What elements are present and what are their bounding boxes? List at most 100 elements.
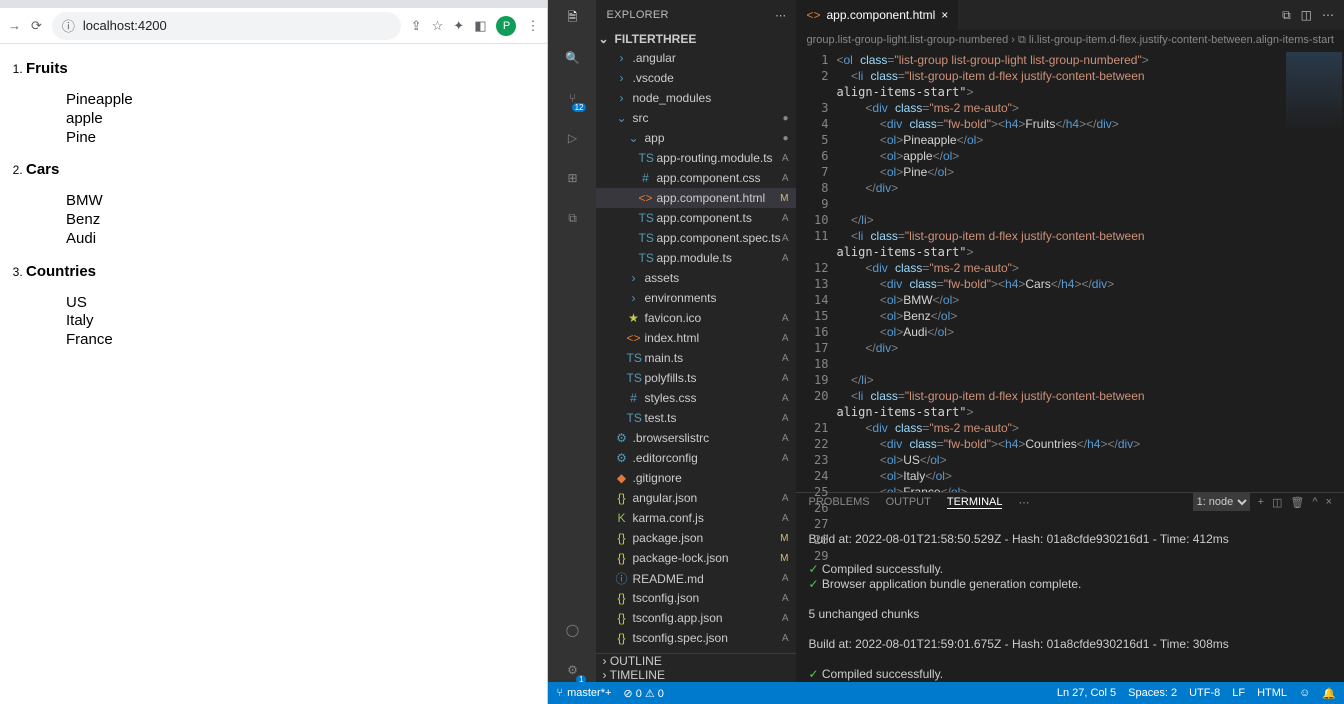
- terminal-select[interactable]: 1: node: [1193, 493, 1250, 511]
- tree-node[interactable]: TSapp.module.tsA: [596, 248, 796, 268]
- tree-node[interactable]: ★favicon.icoA: [596, 308, 796, 328]
- status-bell-icon[interactable]: 🔔: [1322, 687, 1336, 700]
- project-root[interactable]: FILTERTHREE: [596, 30, 796, 48]
- editor-tab[interactable]: <> app.component.html ×: [796, 0, 959, 30]
- tree-node[interactable]: ›.angular: [596, 48, 796, 68]
- status-encoding[interactable]: UTF-8: [1189, 687, 1220, 700]
- status-eol[interactable]: LF: [1232, 687, 1245, 700]
- tree-node[interactable]: <>app.component.htmlM: [596, 188, 796, 208]
- explorer-icon[interactable]: 🗎: [560, 6, 584, 30]
- terminal-line: [808, 592, 1332, 607]
- search-icon[interactable]: 🔍: [560, 46, 584, 70]
- tree-node[interactable]: {}tsconfig.jsonA: [596, 588, 796, 608]
- list-subitem: apple: [66, 110, 539, 129]
- reload-icon[interactable]: ⟳: [31, 18, 42, 34]
- code-text[interactable]: <ol class="list-group list-group-light l…: [836, 50, 1284, 492]
- tree-node[interactable]: TSmain.tsA: [596, 348, 796, 368]
- status-problems[interactable]: ⊘ 0 ⚠ 0: [623, 687, 663, 700]
- tree-node[interactable]: {}package-lock.jsonM: [596, 548, 796, 568]
- list-heading: Cars: [26, 161, 539, 178]
- tree-node[interactable]: <>index.htmlA: [596, 328, 796, 348]
- tree-node[interactable]: ›environments: [596, 288, 796, 308]
- list-subitem: BMW: [66, 192, 539, 211]
- page-content: Fruits PineappleapplePine Cars BMWBenzAudiC…: [0, 44, 547, 704]
- source-control-icon[interactable]: ⑂12: [560, 86, 584, 110]
- breadcrumb[interactable]: group.list-group-light.list-group-number…: [796, 30, 1344, 50]
- tree-node[interactable]: ›node_modules: [596, 88, 796, 108]
- new-terminal-icon[interactable]: +: [1258, 496, 1264, 508]
- tree-node[interactable]: ⌄src●: [596, 108, 796, 128]
- tree-node[interactable]: ⚙.editorconfigA: [596, 448, 796, 468]
- tree-node[interactable]: #app.component.cssA: [596, 168, 796, 188]
- close-panel-icon[interactable]: ×: [1326, 496, 1332, 508]
- split-icon[interactable]: ◫: [1301, 8, 1312, 23]
- status-branch[interactable]: ⑂ master*+: [556, 687, 611, 699]
- extensions-icon[interactable]: ⊞: [560, 166, 584, 190]
- tree-node[interactable]: TSapp.component.spec.tsA: [596, 228, 796, 248]
- list-subitem: Pine: [66, 129, 539, 148]
- close-tab-icon[interactable]: ×: [941, 8, 948, 22]
- extensions-icon[interactable]: ✦: [453, 18, 464, 34]
- settings-gear-icon[interactable]: ⚙1: [560, 658, 584, 682]
- list-subitem: Benz: [66, 211, 539, 230]
- tree-node[interactable]: {}package.jsonM: [596, 528, 796, 548]
- list-subitem: Pineapple: [66, 91, 539, 110]
- tree-node[interactable]: #styles.cssA: [596, 388, 796, 408]
- tree-node[interactable]: TSpolyfills.tsA: [596, 368, 796, 388]
- terminal-line: [808, 652, 1332, 667]
- tree-node[interactable]: ⓘREADME.mdA: [596, 568, 796, 588]
- star-icon[interactable]: ☆: [432, 18, 444, 34]
- forward-arrow-icon[interactable]: →: [8, 18, 21, 33]
- list-subitems: PineappleapplePine: [66, 91, 539, 147]
- sidepanel-icon[interactable]: ◧: [474, 18, 486, 34]
- sidebar-menu-icon[interactable]: ⋯: [775, 9, 786, 22]
- run-debug-icon[interactable]: ▷: [560, 126, 584, 150]
- list-item: Cars BMWBenzAudi: [26, 161, 539, 248]
- outline-section[interactable]: › OUTLINE: [596, 654, 796, 668]
- tree-node[interactable]: ⌄app●: [596, 128, 796, 148]
- panel-tab-terminal[interactable]: TERMINAL: [947, 496, 1003, 509]
- panel-tab-output[interactable]: OUTPUT: [886, 496, 931, 508]
- panel-tab-more[interactable]: ⋯: [1018, 496, 1029, 509]
- trash-icon[interactable]: 🗑: [1290, 496, 1304, 509]
- browser-window: → ⟳ ⓘ localhost:4200 ⇪ ☆ ✦ ◧ P ⋮ Fruits P…: [0, 0, 548, 704]
- status-position[interactable]: Ln 27, Col 5: [1057, 687, 1116, 700]
- list-item: Fruits PineappleapplePine: [26, 60, 539, 147]
- browser-tabstrip[interactable]: [0, 0, 547, 8]
- url-text: localhost:4200: [83, 18, 167, 33]
- address-bar[interactable]: ⓘ localhost:4200: [52, 12, 401, 40]
- tree-node[interactable]: {}tsconfig.spec.jsonA: [596, 628, 796, 648]
- chevron-up-icon[interactable]: ^: [1312, 496, 1317, 508]
- terminal-line: Build at: 2022-08-01T21:58:50.529Z - Has…: [808, 532, 1332, 547]
- minimap[interactable]: [1284, 50, 1344, 492]
- tree-node[interactable]: TSapp-routing.module.tsA: [596, 148, 796, 168]
- tree-node[interactable]: ◆.gitignore: [596, 468, 796, 488]
- menu-icon[interactable]: ⋮: [526, 18, 539, 34]
- status-feedback-icon[interactable]: ☺: [1299, 687, 1310, 700]
- tree-node[interactable]: {}tsconfig.app.jsonA: [596, 608, 796, 628]
- share-icon[interactable]: ⇪: [411, 18, 422, 34]
- tree-node[interactable]: ›.vscode: [596, 68, 796, 88]
- tree-node[interactable]: Kkarma.conf.jsA: [596, 508, 796, 528]
- list-heading: Fruits: [26, 60, 539, 77]
- terminal-line: [808, 517, 1332, 532]
- code-editor[interactable]: 1234567891011121314151617181920212223242…: [796, 50, 1344, 492]
- tree-node[interactable]: TStest.tsA: [596, 408, 796, 428]
- status-spaces[interactable]: Spaces: 2: [1128, 687, 1177, 700]
- timeline-section[interactable]: › TIMELINE: [596, 668, 796, 682]
- more-actions-icon[interactable]: ⋯: [1322, 8, 1334, 23]
- split-terminal-icon[interactable]: ◫: [1272, 496, 1282, 509]
- tree-node[interactable]: ›assets: [596, 268, 796, 288]
- tree-node[interactable]: ⚙.browserslistrcA: [596, 428, 796, 448]
- compare-icon[interactable]: ⧉: [1282, 8, 1291, 23]
- status-language[interactable]: HTML: [1257, 687, 1287, 700]
- tree-node[interactable]: TSapp.component.tsA: [596, 208, 796, 228]
- terminal-output[interactable]: Build at: 2022-08-01T21:58:50.529Z - Has…: [796, 511, 1344, 703]
- terminal-line: [808, 547, 1332, 562]
- tree-node[interactable]: {}angular.jsonA: [596, 488, 796, 508]
- terminal-line: ✓ Browser application bundle generation …: [808, 577, 1332, 592]
- profile-avatar[interactable]: P: [496, 16, 516, 36]
- list-subitems: BMWBenzAudi: [66, 192, 539, 248]
- account-icon[interactable]: ◯: [560, 618, 584, 642]
- more-icon[interactable]: ⧉: [560, 206, 584, 230]
